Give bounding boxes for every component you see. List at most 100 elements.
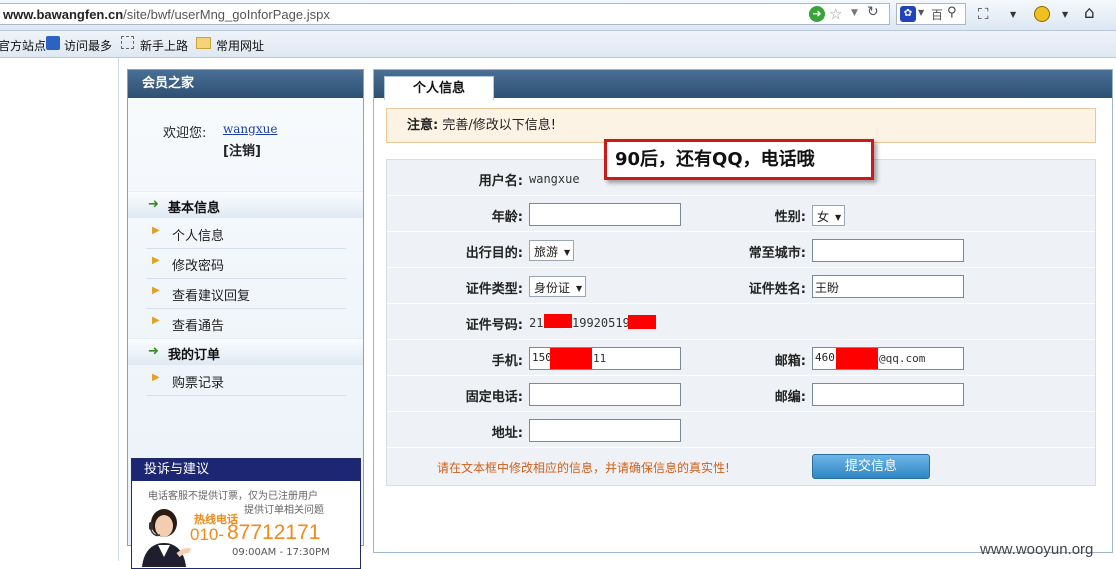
email-part2: @qq.com [879, 352, 926, 365]
addon-icon[interactable] [1034, 6, 1050, 22]
row-divider [387, 231, 1095, 232]
bookmark-getting-started[interactable]: 新手上路 [140, 37, 188, 54]
sidebar-title: 会员之家 [128, 70, 363, 98]
service-hours: 09:00AM - 17:30PM [232, 547, 330, 558]
menu-arrow-icon[interactable]: ▼ [1010, 10, 1016, 19]
dropdown-arrow-icon[interactable]: ▼ [851, 8, 858, 18]
sidebar-item-label: 查看建议回复 [172, 289, 251, 304]
sidebar-item-ticket-records[interactable]: ▶ 购票记录 [146, 365, 346, 396]
hotline-number: 87712171 [227, 521, 321, 544]
row-divider [387, 267, 1095, 268]
bookmark-most-visited[interactable]: 访问最多 [64, 37, 112, 54]
row-divider [387, 447, 1095, 448]
search-icon[interactable]: ⚲ [947, 5, 957, 20]
email-part1: 460 [815, 351, 835, 364]
purpose-selected: 旅游 [534, 245, 559, 259]
row-divider [387, 303, 1095, 304]
gender-label: 性别: [774, 210, 806, 225]
chevron-down-icon: ▼ [576, 284, 583, 293]
go-icon[interactable]: ➜ [809, 6, 825, 22]
search-box[interactable]: ✿ ▼ 百 ⚲ [896, 3, 966, 25]
complaint-line1: 电话客服不提供订票，仅为已注册用户 [148, 491, 318, 502]
chevron-down-icon: ▼ [835, 213, 842, 222]
bullet-arrow-icon: ▶ [152, 372, 160, 383]
folder-icon [196, 37, 211, 49]
bullet-arrow-icon: ▶ [152, 285, 160, 296]
sidebar-item-label: 个人信息 [172, 229, 225, 244]
tel-input[interactable] [529, 383, 681, 406]
idtype-selected: 身份证 [534, 281, 571, 295]
url-field[interactable]: www.bawangfen.cn/site/bwf/userMng_goInfo… [0, 3, 890, 25]
zip-input[interactable] [812, 383, 964, 406]
username-value: wangxue [529, 172, 580, 186]
complaint-title: 投诉与建议 [132, 459, 360, 481]
addon-arrow-icon[interactable]: ▼ [1062, 10, 1068, 19]
url-text: www.bawangfen.cn/site/bwf/userMng_goInfo… [3, 7, 330, 22]
idno-label: 证件号码: [465, 318, 523, 333]
green-arrow-icon: ➜ [148, 344, 159, 359]
bullet-arrow-icon: ▶ [152, 315, 160, 326]
sidebar-item-suggestion-replies[interactable]: ▶ 查看建议回复 [146, 278, 346, 309]
zip-label: 邮编: [774, 390, 806, 405]
row-divider [387, 339, 1095, 340]
idname-label: 证件姓名: [748, 282, 806, 297]
purpose-label: 出行目的: [465, 246, 523, 261]
profile-form: 用户名: wangxue 年龄: 性别: 女 ▼ 出行目的: 旅游 ▼ 常至城市: … [386, 159, 1096, 486]
bookmark-official[interactable]: 官方站点 [0, 37, 46, 54]
gender-select[interactable]: 女 ▼ [812, 205, 846, 226]
logout-link[interactable]: [注销] [223, 140, 261, 159]
address-label: 地址: [491, 426, 523, 441]
idno-part2: 19920519 [572, 316, 630, 330]
form-hint: 请在文本框中修改相应的信息，并请确保信息的真实性! [437, 461, 730, 475]
home-icon[interactable]: ⌂ [1084, 3, 1095, 23]
bookmark-common-sites[interactable]: 常用网址 [216, 37, 264, 54]
bullet-arrow-icon: ▶ [152, 225, 160, 236]
complaint-banner[interactable]: 投诉与建议 电话客服不提供订票，仅为已注册用户 提供订单相关问题 热线电话 01… [131, 458, 361, 569]
redaction-mark [550, 348, 592, 369]
sidebar-item-label: 修改密码 [172, 259, 225, 274]
notice-text: 完善/修改以下信息! [442, 118, 556, 133]
hotline-prefix: 010- [190, 525, 225, 544]
welcome-label: 欢迎您: [163, 126, 207, 141]
purpose-select[interactable]: 旅游 ▼ [529, 240, 575, 261]
sidebar-item-personal-info[interactable]: ▶ 个人信息 [146, 218, 346, 249]
address-bar: www.bawangfen.cn/site/bwf/userMng_goInfo… [0, 0, 1116, 31]
row-divider [387, 195, 1095, 196]
sidebar-item-change-password[interactable]: ▶ 修改密码 [146, 248, 346, 279]
submit-button[interactable]: 提交信息 [812, 454, 930, 479]
section-my-orders-title: 我的订单 [168, 348, 221, 363]
section-basic-info[interactable]: ➜ 基本信息 [128, 191, 363, 218]
age-input[interactable] [529, 203, 681, 226]
reload-icon[interactable]: ↻ [867, 4, 879, 20]
phone-part2: 11 [593, 352, 607, 365]
green-arrow-icon: ➜ [148, 197, 159, 212]
idtype-select[interactable]: 身份证 ▼ [529, 276, 587, 297]
email-label: 邮箱: [774, 354, 806, 369]
bookmarks-bar: 官方站点 访问最多 新手上路 常用网址 [0, 31, 1116, 58]
gender-selected: 女 [817, 210, 830, 224]
address-input[interactable] [529, 419, 681, 442]
username-label: 用户名: [478, 174, 523, 189]
section-my-orders[interactable]: ➜ 我的订单 [128, 338, 363, 365]
idno-part1: 21 [529, 316, 544, 330]
tel-label: 固定电话: [465, 390, 523, 405]
search-engine-dropdown-icon[interactable]: ▼ [918, 8, 924, 17]
search-text-icon: 百 [931, 8, 944, 22]
star-icon[interactable]: ☆ [829, 5, 842, 23]
notice-box: 注意: 完善/修改以下信息! [386, 108, 1096, 143]
age-label: 年龄: [491, 210, 523, 225]
tab-personal-info[interactable]: 个人信息 [384, 76, 494, 100]
sidebar-item-notices[interactable]: ▶ 查看通告 [146, 308, 346, 338]
sidebar-item-label: 购票记录 [172, 376, 225, 391]
bullet-arrow-icon: ▶ [152, 255, 160, 266]
watermark: www.wooyun.org [980, 541, 1094, 558]
username-link[interactable]: wangxue [223, 122, 277, 136]
city-input[interactable] [812, 239, 964, 262]
city-label: 常至城市: [748, 246, 806, 261]
phone-part1: 150 [532, 351, 552, 364]
customer-service-agent-image [142, 509, 192, 567]
phone-label: 手机: [491, 354, 523, 369]
screenshot-icon[interactable]: ⛶ [978, 5, 989, 23]
section-basic-info-title: 基本信息 [168, 201, 221, 216]
idname-input[interactable]: 王盼 [812, 275, 964, 298]
